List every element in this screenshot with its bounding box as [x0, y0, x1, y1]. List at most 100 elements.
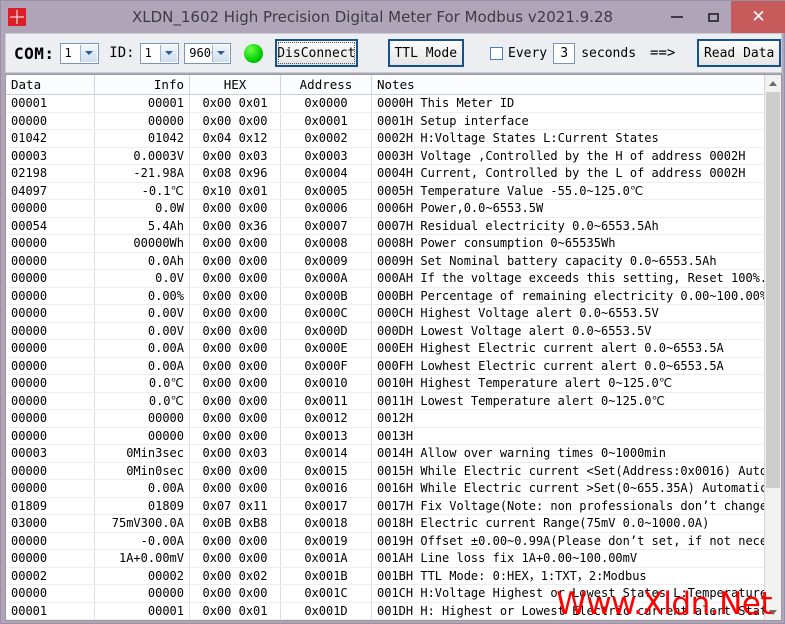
interval-input[interactable]: 3: [553, 42, 576, 64]
cell-data[interactable]: 00000: [6, 532, 95, 550]
table-row[interactable]: 00000 00000 0x00 0x00 0x0012 0012H: [6, 409, 764, 428]
cell-hex[interactable]: 0x00 0x00: [189, 304, 281, 323]
minimize-button[interactable]: [659, 1, 695, 33]
cell-notes[interactable]: 000CH Highest Voltage alert 0.0~6553.5V: [371, 304, 764, 323]
cell-info[interactable]: 0.0W: [94, 199, 190, 218]
table-row[interactable]: 00001 00001 0x00 0x01 0x0000 0000H This Mete…: [6, 94, 764, 113]
cell-notes[interactable]: 001AH Line loss fix 1A+0.00~100.00mV: [371, 549, 764, 568]
table-row[interactable]: 00000 -0.00A 0x00 0x00 0x0019 0019H Offset ±…: [6, 532, 764, 550]
cell-info[interactable]: 00001: [94, 602, 190, 620]
cell-hex[interactable]: 0x00 0x00: [189, 584, 281, 603]
cell-address[interactable]: 0x0019: [280, 532, 372, 550]
device-id-select[interactable]: 1: [139, 42, 180, 64]
cell-data[interactable]: 00000: [6, 252, 95, 270]
cell-address[interactable]: 0x0008: [280, 234, 372, 253]
table-row[interactable]: 00000 0.0℃ 0x00 0x00 0x0010 0010H Highest Te…: [6, 374, 764, 393]
cell-notes[interactable]: 0017H Fix Voltage(Note: non professional…: [371, 497, 764, 515]
cell-info[interactable]: 0.0V: [94, 269, 190, 288]
cell-hex[interactable]: 0x00 0x00: [189, 269, 281, 288]
vertical-scrollbar[interactable]: [764, 75, 781, 620]
cell-notes[interactable]: 0010H Highest Temperature alert 0~125.0℃: [371, 374, 764, 393]
cell-notes[interactable]: 000BH Percentage of remaining electricit…: [371, 287, 764, 305]
cell-hex[interactable]: 0x00 0x00: [189, 392, 281, 410]
cell-info[interactable]: 0Min3sec: [94, 444, 190, 463]
cell-info[interactable]: 0.00V: [94, 322, 190, 340]
column-header-notes[interactable]: Notes: [371, 75, 764, 95]
read-data-button[interactable]: Read Data: [697, 39, 781, 67]
maximize-button[interactable]: [695, 1, 731, 33]
table-row[interactable]: 00000 0.00V 0x00 0x00 0x000C 000CH Highest V…: [6, 304, 764, 323]
cell-notes[interactable]: 0012H: [371, 409, 764, 428]
cell-data[interactable]: 00001: [6, 602, 95, 620]
table-row[interactable]: 00000 0.00A 0x00 0x00 0x000E 000EH Highest E…: [6, 339, 764, 358]
cell-address[interactable]: 0x001C: [280, 584, 372, 603]
cell-notes[interactable]: 0002H H:Voltage States L:Current States: [371, 129, 764, 148]
cell-hex[interactable]: 0x07 0x11: [189, 497, 281, 515]
cell-address[interactable]: 0x000E: [280, 339, 372, 358]
column-header-address[interactable]: Address: [280, 75, 372, 95]
cell-info[interactable]: 0.0003V: [94, 147, 190, 165]
column-header-info[interactable]: Info: [94, 75, 190, 95]
cell-address[interactable]: 0x0002: [280, 129, 372, 148]
cell-data[interactable]: 03000: [6, 514, 95, 533]
table-row[interactable]: 00000 0Min0sec 0x00 0x00 0x0015 0015H While …: [6, 462, 764, 480]
cell-data[interactable]: 00001: [6, 94, 95, 113]
cell-data[interactable]: 00000: [6, 374, 95, 393]
cell-address[interactable]: 0x0005: [280, 182, 372, 200]
scrollbar-thumb[interactable]: [766, 92, 780, 488]
cell-hex[interactable]: 0x00 0x00: [189, 322, 281, 340]
cell-info[interactable]: 0.00A: [94, 339, 190, 358]
cell-address[interactable]: 0x000F: [280, 357, 372, 375]
cell-address[interactable]: 0x0014: [280, 444, 372, 463]
cell-hex[interactable]: 0x00 0x00: [189, 234, 281, 253]
cell-hex[interactable]: 0x00 0x00: [189, 112, 281, 130]
cell-address[interactable]: 0x000A: [280, 269, 372, 288]
cell-address[interactable]: 0x0006: [280, 199, 372, 218]
cell-info[interactable]: 00000: [94, 409, 190, 428]
cell-hex[interactable]: 0x00 0x00: [189, 479, 281, 498]
cell-data[interactable]: 00000: [6, 549, 95, 568]
cell-hex[interactable]: 0x00 0x00: [189, 287, 281, 305]
cell-info[interactable]: 0.00A: [94, 479, 190, 498]
cell-info[interactable]: 00000: [94, 584, 190, 603]
cell-notes[interactable]: 000FH Lowhest Electric current alert 0.0…: [371, 357, 764, 375]
table-row[interactable]: 00000 1A+0.00mV 0x00 0x00 0x001A 001AH Line …: [6, 549, 764, 568]
table-row[interactable]: 00000 00000 0x00 0x00 0x0001 0001H Setup int…: [6, 112, 764, 130]
cell-address[interactable]: 0x0003: [280, 147, 372, 165]
baud-rate-select[interactable]: 9600: [184, 42, 232, 64]
cell-data[interactable]: 00000: [6, 234, 95, 253]
table-row[interactable]: 00000 00000 0x00 0x00 0x001C 001CH H:Voltage…: [6, 584, 764, 603]
chevron-down-icon[interactable]: [80, 44, 98, 62]
cell-info[interactable]: 01809: [94, 497, 190, 515]
cell-address[interactable]: 0x000C: [280, 304, 372, 323]
table-row[interactable]: 00054 5.4Ah 0x00 0x36 0x0007 0007H Residual …: [6, 217, 764, 235]
column-header-hex[interactable]: HEX: [189, 75, 281, 95]
com-port-select[interactable]: 1: [59, 42, 100, 64]
table-row[interactable]: 00001 00001 0x00 0x01 0x001D 001DH H: Highes…: [6, 602, 764, 620]
cell-data[interactable]: 00000: [6, 287, 95, 305]
cell-notes[interactable]: 0015H While Electric current <Set(Addres…: [371, 462, 764, 480]
cell-notes[interactable]: 0019H Offset ±0.00~0.99A(Please don’t se…: [371, 532, 764, 550]
cell-notes[interactable]: 0001H Setup interface: [371, 112, 764, 130]
cell-data[interactable]: 00000: [6, 339, 95, 358]
cell-hex[interactable]: 0x00 0x03: [189, 147, 281, 165]
cell-address[interactable]: 0x001B: [280, 567, 372, 585]
cell-data[interactable]: 01042: [6, 129, 95, 148]
cell-data[interactable]: 01809: [6, 497, 95, 515]
cell-address[interactable]: 0x0015: [280, 462, 372, 480]
table-row[interactable]: 00003 0Min3sec 0x00 0x03 0x0014 0014H Allow …: [6, 444, 764, 463]
cell-address[interactable]: 0x0017: [280, 497, 372, 515]
cell-info[interactable]: 0.00%: [94, 287, 190, 305]
cell-hex[interactable]: 0x00 0x02: [189, 567, 281, 585]
table-row[interactable]: 00003 0.0003V 0x00 0x03 0x0003 0003H Voltage…: [6, 147, 764, 165]
cell-data[interactable]: 00000: [6, 112, 95, 130]
cell-hex[interactable]: 0x00 0x00: [189, 427, 281, 445]
cell-hex[interactable]: 0x00 0x00: [189, 462, 281, 480]
cell-address[interactable]: 0x0001: [280, 112, 372, 130]
cell-hex[interactable]: 0x00 0x00: [189, 532, 281, 550]
cell-info[interactable]: 01042: [94, 129, 190, 148]
cell-info[interactable]: 00000: [94, 112, 190, 130]
cell-data[interactable]: 00000: [6, 427, 95, 445]
auto-read-checkbox[interactable]: [490, 46, 503, 60]
cell-data[interactable]: 00003: [6, 444, 95, 463]
